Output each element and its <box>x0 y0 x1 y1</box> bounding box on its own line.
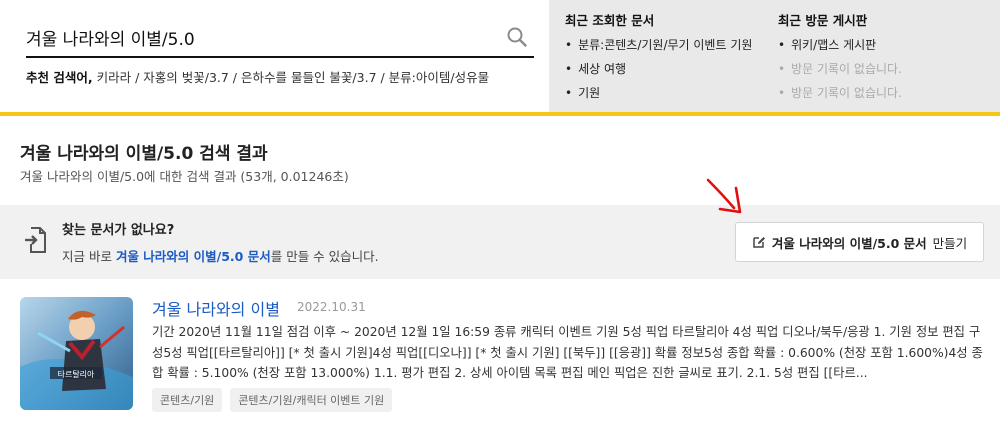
result-title-link[interactable]: 겨울 나라와의 이별 <box>152 296 280 320</box>
accent-divider <box>0 112 1000 116</box>
recent-doc-item[interactable]: 기원 <box>565 84 752 108</box>
recent-board-item[interactable]: 위키/맵스 게시판 <box>778 36 902 60</box>
banner-prefix: 지금 바로 <box>62 249 116 264</box>
recommended-keywords: 추천 검색어, 키라라 / 자홍의 벚꽃/3.7 / 은하수를 물들인 불꽃/3.… <box>26 67 489 86</box>
recent-docs: 최근 조회한 문서 분류:콘텐츠/기원/무기 이벤트 기원 세상 여행 기원 <box>565 10 752 108</box>
result-tag[interactable]: 콘텐츠/기원/캐릭터 이벤트 기원 <box>230 388 393 412</box>
recommend-label: 추천 검색어, <box>26 70 93 85</box>
result-date: 2022.10.31 <box>297 300 366 314</box>
create-document-link[interactable]: 겨울 나라와의 이별/5.0 문서 <box>116 249 271 264</box>
thumbnail-caption: 타르탈리아 <box>58 369 95 379</box>
search-icon[interactable] <box>506 26 528 48</box>
results-subtitle: 겨울 나라와의 이별/5.0에 대한 검색 결과 (53개, 0.01246초) <box>20 169 349 184</box>
recent-doc-item[interactable]: 분류:콘텐츠/기원/무기 이벤트 기원 <box>565 36 752 60</box>
search-box <box>26 18 534 58</box>
search-input[interactable] <box>26 24 496 50</box>
banner-question: 찾는 문서가 없나요? <box>62 223 175 238</box>
recent-docs-title: 최근 조회한 문서 <box>565 13 655 28</box>
recent-board-empty: 방문 기록이 없습니다. <box>778 60 902 84</box>
recent-board-empty: 방문 기록이 없습니다. <box>778 84 902 108</box>
document-import-icon <box>25 227 46 253</box>
recent-panel: 최근 조회한 문서 분류:콘텐츠/기원/무기 이벤트 기원 세상 여행 기원 최… <box>549 0 1000 112</box>
create-document-button[interactable]: 겨울 나라와의 이별/5.0 문서 만들기 <box>735 222 984 262</box>
result-snippet: 기간 2020년 11월 11일 점검 이후 ~ 2020년 12월 1일 16… <box>152 325 983 380</box>
recent-boards: 최근 방문 게시판 위키/맵스 게시판 방문 기록이 없습니다. 방문 기록이 … <box>778 10 902 108</box>
result-thumbnail[interactable]: 타르탈리아 <box>20 297 133 410</box>
result-tags: 콘텐츠/기원 콘텐츠/기원/캐릭터 이벤트 기원 <box>152 388 393 412</box>
recent-doc-item[interactable]: 세상 여행 <box>565 60 752 84</box>
banner-suffix: 를 만들 수 있습니다. <box>270 249 379 264</box>
recommend-links[interactable]: 키라라 / 자홍의 벚꽃/3.7 / 은하수를 물들인 불꽃/3.7 / 분류:… <box>97 70 490 85</box>
edit-icon <box>753 237 765 248</box>
results-title: 겨울 나라와의 이별/5.0 검색 결과 <box>20 144 268 164</box>
result-tag[interactable]: 콘텐츠/기원 <box>152 388 223 412</box>
recent-boards-title: 최근 방문 게시판 <box>778 13 868 28</box>
create-button-suffix: 만들기 <box>932 235 968 251</box>
create-button-doc: 겨울 나라와의 이별/5.0 문서 <box>771 235 927 251</box>
banner-text: 지금 바로 겨울 나라와의 이별/5.0 문서를 만들 수 있습니다. <box>62 246 379 265</box>
red-arrow-annotation <box>706 178 742 214</box>
